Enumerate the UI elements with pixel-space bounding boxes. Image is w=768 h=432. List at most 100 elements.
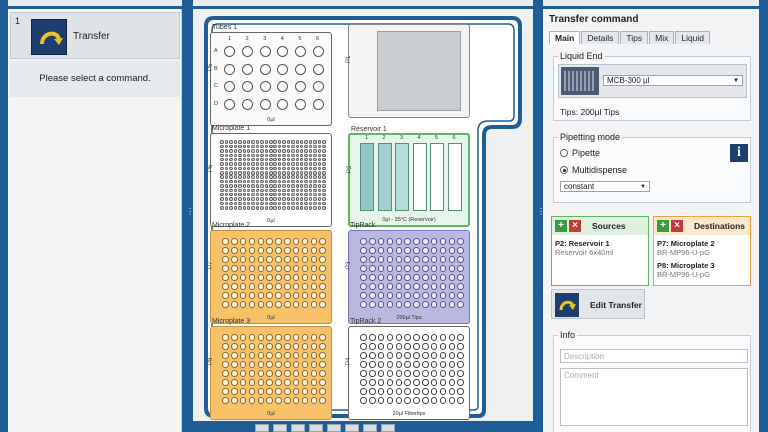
slot-p8-microplate3[interactable]: Microplate 3 P8 0µl (208, 318, 332, 420)
well (319, 370, 326, 377)
well (239, 361, 247, 368)
tab-main[interactable]: Main (549, 31, 581, 44)
slot-id: P6 (208, 164, 214, 172)
fit-icon[interactable] (309, 424, 323, 432)
well (360, 388, 367, 395)
well (386, 343, 394, 350)
well (286, 157, 291, 162)
well (404, 370, 411, 377)
well (222, 238, 229, 245)
grid-icon[interactable] (273, 424, 287, 432)
well (257, 247, 264, 254)
well (257, 292, 264, 299)
destinations-box[interactable]: + × Destinations P7: Microplate 2 BR-MP9… (653, 216, 751, 286)
layout-icon[interactable] (327, 424, 341, 432)
well (231, 334, 238, 341)
well (248, 274, 256, 281)
remove-icon[interactable]: × (671, 220, 683, 232)
well (239, 343, 247, 350)
well (273, 162, 277, 166)
reservoir-col-label: 3 (400, 135, 404, 141)
well (246, 175, 251, 179)
slot-p7-microplate2[interactable]: Microplate 2 P7 0µl (208, 222, 332, 324)
zoom-in-icon[interactable] (255, 424, 269, 432)
info-button[interactable]: i (730, 144, 748, 162)
tab-details[interactable]: Details (581, 31, 620, 44)
well (317, 175, 322, 179)
print-icon[interactable] (363, 424, 377, 432)
well (457, 352, 464, 359)
slot-p5-tubes[interactable]: Tubes 1 P5 0µl ABCD123456 (208, 24, 332, 126)
well (282, 192, 286, 197)
well (229, 179, 233, 184)
well (231, 292, 238, 299)
remove-icon[interactable]: × (569, 220, 581, 232)
save-icon[interactable] (381, 424, 395, 432)
well (448, 388, 455, 395)
well (224, 63, 236, 75)
description-field[interactable]: Description (560, 349, 748, 363)
well (310, 388, 317, 395)
source-name: P2: Reservoir 1 (555, 239, 610, 248)
well (299, 192, 304, 197)
well (275, 397, 282, 404)
reservoir-trough (360, 143, 374, 211)
tab-mix[interactable]: Mix (649, 31, 675, 44)
zoom-out-icon[interactable] (291, 424, 305, 432)
well (286, 166, 291, 171)
well (313, 162, 317, 166)
slot-p1-empty[interactable]: P1 (346, 24, 470, 118)
slot-p6-microplate1[interactable]: Microplate 1 P6 0µl (208, 125, 332, 227)
well (275, 238, 282, 245)
well (248, 379, 256, 386)
well (286, 201, 291, 206)
add-icon[interactable]: + (555, 220, 567, 232)
comment-field[interactable]: Comment (560, 368, 748, 426)
rotate-icon[interactable] (345, 424, 359, 432)
right-splitter-handle[interactable]: ⋮ (537, 208, 545, 224)
well (248, 334, 256, 341)
sources-box[interactable]: + × Sources P2: Reservoir 1 Reservoir 6x… (551, 216, 649, 286)
well (301, 334, 309, 341)
command-number: 1 (15, 16, 21, 26)
well (282, 201, 286, 206)
mode-dropdown[interactable]: constant ▼ (560, 181, 650, 192)
add-icon[interactable]: + (657, 220, 669, 232)
well (222, 370, 229, 377)
slot-p2-reservoir[interactable]: Reservoir 1 P2 0µl - 35°C (Reservoir) 12… (347, 126, 470, 227)
well (369, 343, 376, 350)
slot-p4-tiprack2[interactable]: TipRack 2 P4 20µl Filtertips (346, 318, 470, 420)
info-group: Info Description Comment (553, 330, 751, 432)
well (248, 370, 256, 377)
well (246, 140, 251, 144)
well (317, 184, 322, 188)
radio-pipette[interactable] (560, 149, 568, 157)
well (369, 301, 376, 308)
well (238, 149, 242, 153)
well (457, 265, 464, 272)
well (291, 184, 295, 188)
radio-multidispense[interactable] (560, 166, 568, 174)
well (386, 256, 394, 263)
well (277, 175, 282, 179)
well (404, 247, 411, 254)
well (386, 301, 394, 308)
well (413, 238, 420, 245)
well (313, 171, 317, 175)
liquid-end-dropdown[interactable]: MCB-300 µl ▼ (603, 75, 743, 86)
left-splitter-handle[interactable]: ⋮ (186, 208, 194, 224)
well (301, 265, 309, 272)
liquid-end-selector[interactable]: MCB-300 µl ▼ (558, 64, 747, 98)
tab-tips[interactable]: Tips (620, 31, 649, 44)
well (273, 192, 277, 197)
edit-transfer-button[interactable]: Edit Transfer (551, 289, 645, 319)
tube-row-label: B (214, 65, 218, 72)
settings-tabs: Main Details Tips Mix Liquid (549, 31, 711, 44)
well (310, 247, 317, 254)
tab-liquid[interactable]: Liquid (675, 31, 711, 44)
command-row-transfer[interactable]: 1 Transfer (10, 12, 180, 59)
slot-p3-tiprack[interactable]: TipRack P3 200µl Tips (346, 222, 470, 324)
well (242, 197, 247, 201)
well (310, 283, 317, 290)
well (246, 184, 251, 188)
